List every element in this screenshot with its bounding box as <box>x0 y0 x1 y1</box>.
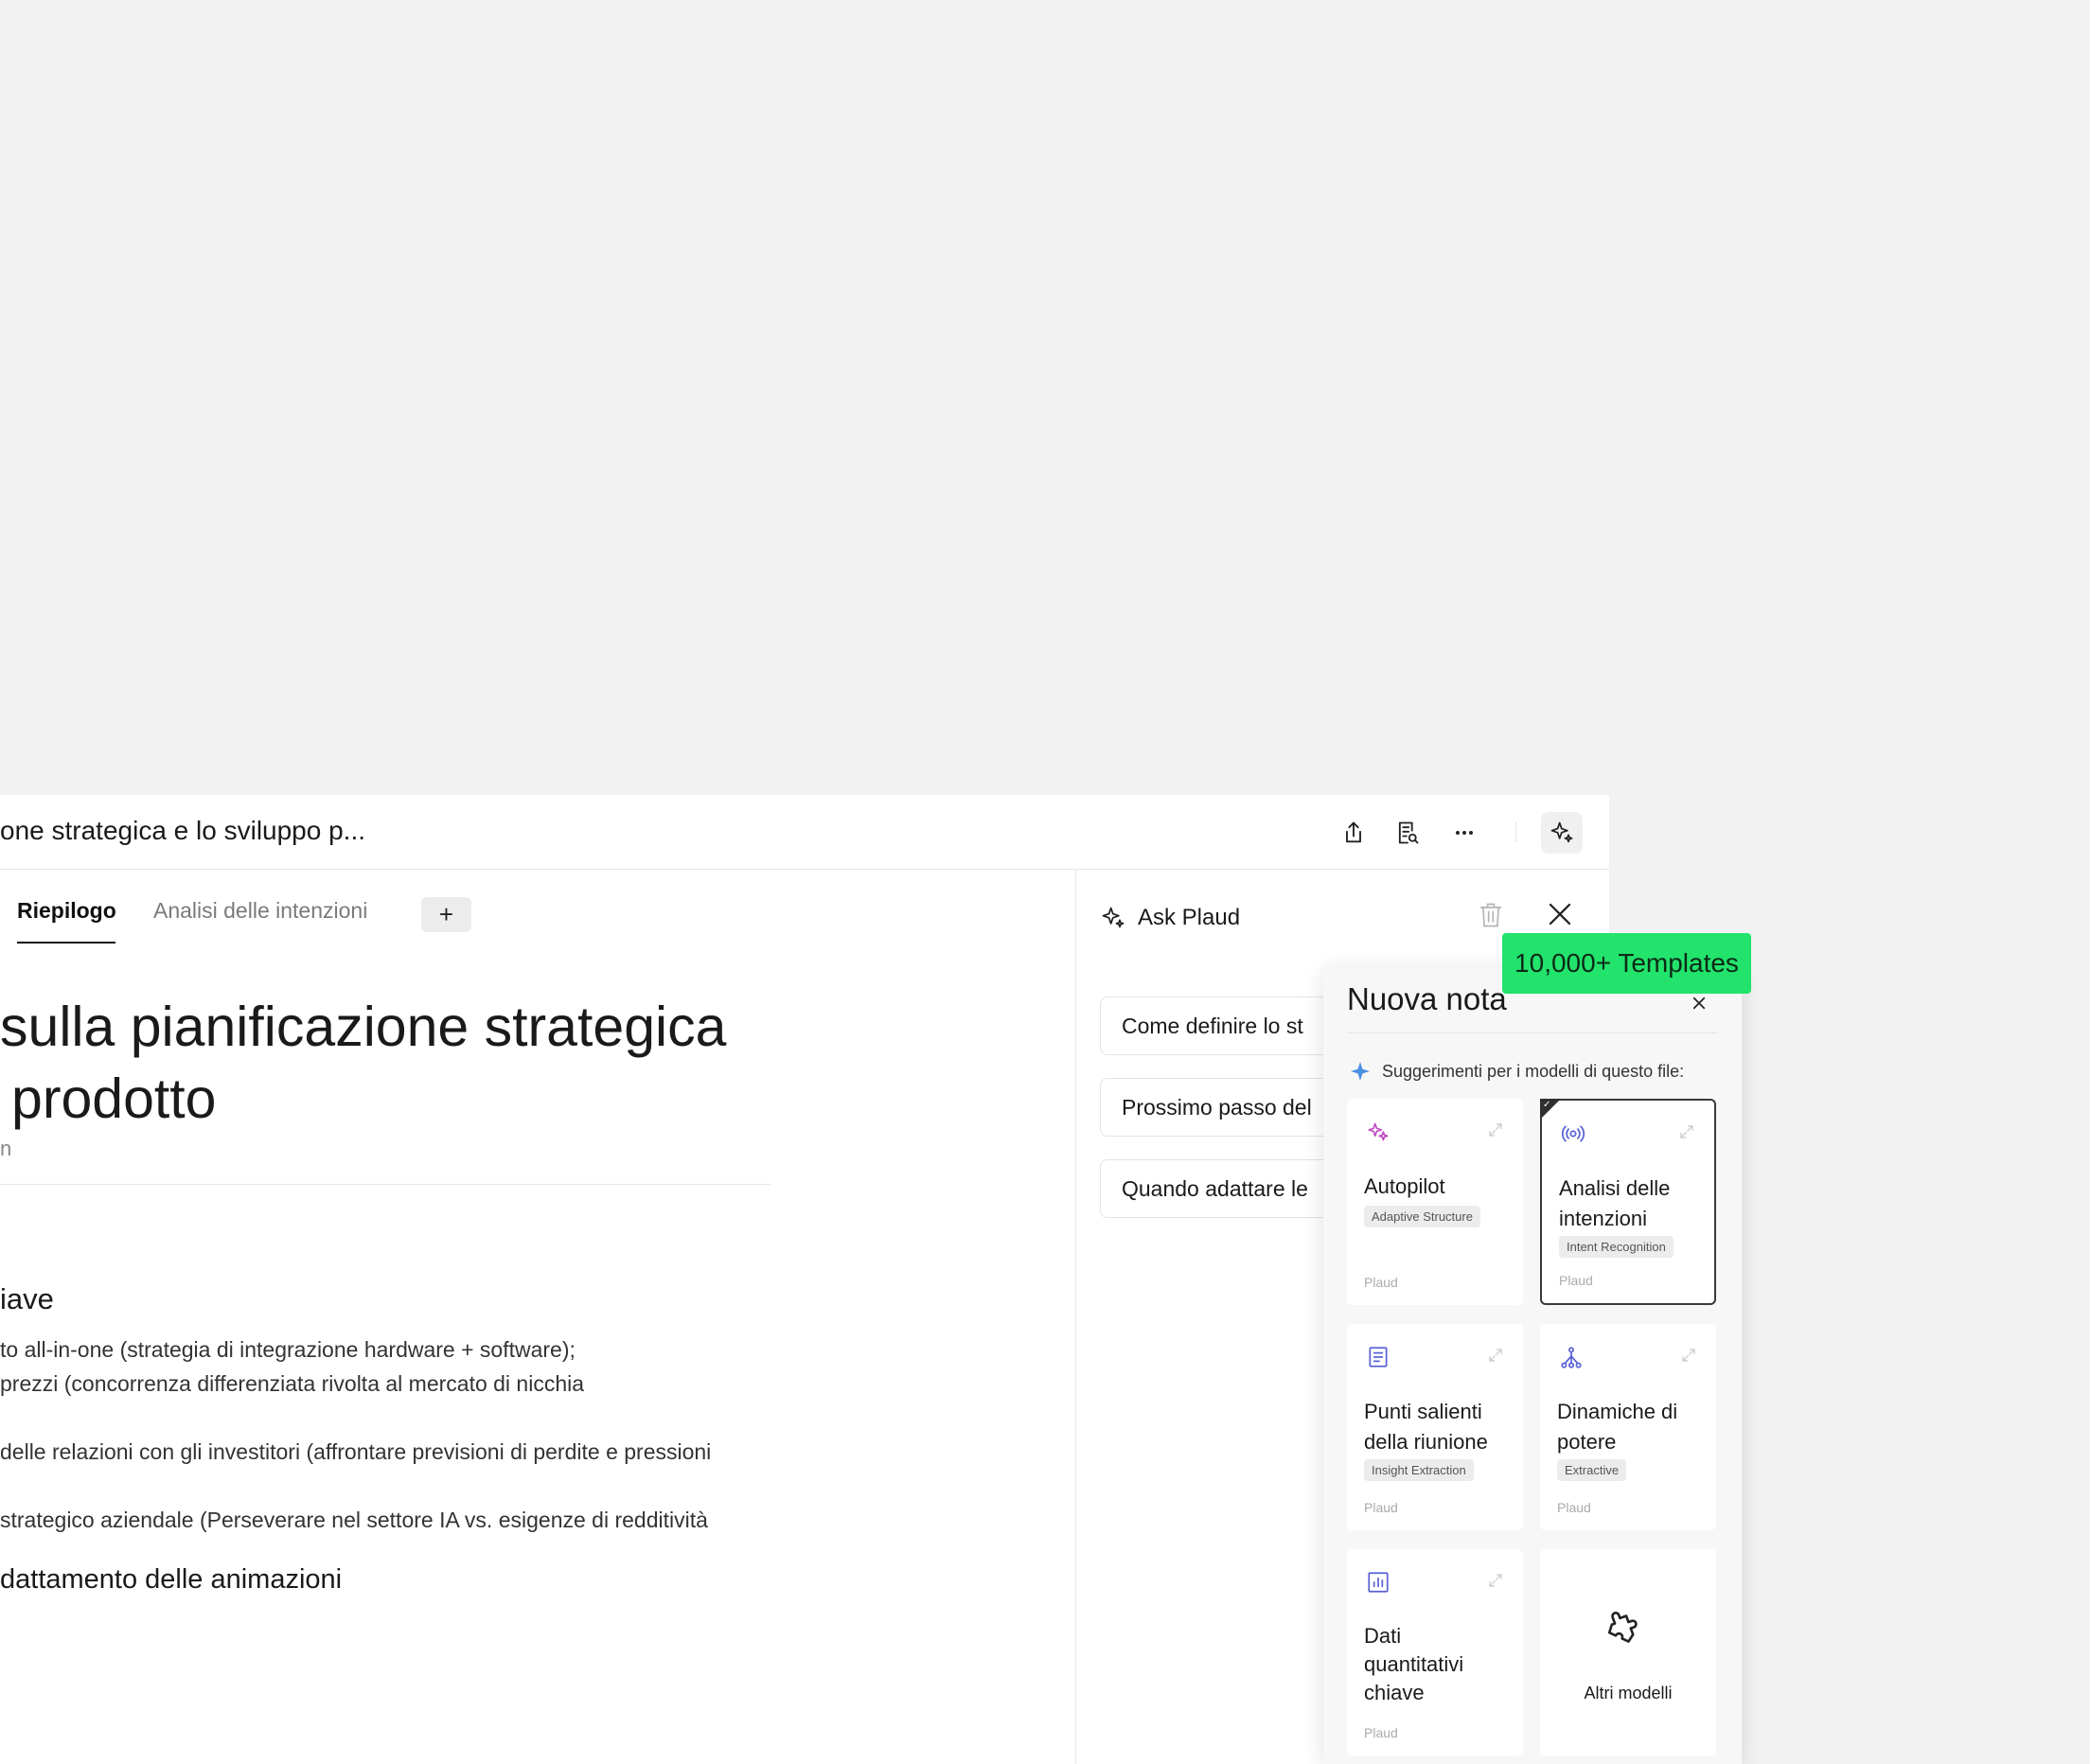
body-line: prezzi (concorrenza differenziata rivolt… <box>0 1371 585 1396</box>
card-tag: Extractive <box>1557 1459 1627 1481</box>
template-card-punti-salienti[interactable]: Punti salienti della riunione Insight Ex… <box>1347 1324 1523 1530</box>
document-meta: n <box>0 1137 12 1160</box>
template-card-autopilot[interactable]: Autopilot Adaptive Structure Plaud <box>1347 1099 1523 1305</box>
trash-icon[interactable] <box>1478 901 1504 929</box>
new-note-popup: Nuova nota Suggerimenti per i modelli di… <box>1323 966 1742 1764</box>
top-bar: one strategica e lo sviluppo p... <box>0 795 1609 870</box>
sparkles-icon <box>1368 1122 1389 1141</box>
document-title[interactable]: one strategica e lo sviluppo p... <box>0 816 365 846</box>
card-owner: Plaud <box>1557 1500 1591 1515</box>
add-tab-button[interactable]: + <box>421 897 471 932</box>
toolbar-separator <box>1515 821 1516 842</box>
suggested-prompt[interactable]: Prossimo passo del <box>1100 1078 1346 1137</box>
network-icon <box>1561 1347 1582 1368</box>
subsection-heading: dattamento delle animazioni <box>0 1564 343 1595</box>
pane-divider <box>1075 870 1076 1764</box>
section-heading: iave <box>0 1282 54 1315</box>
card-title: Analisi delle intenzioni <box>1559 1176 1671 1230</box>
template-card-dinamiche-potere[interactable]: Dinamiche di potere Extractive Plaud <box>1540 1324 1716 1530</box>
popup-divider <box>1347 1032 1718 1033</box>
suggested-prompt[interactable]: Come definire lo st <box>1100 997 1346 1055</box>
more-templates-card[interactable]: Altri modelli <box>1540 1549 1716 1755</box>
broadcast-icon <box>1561 1125 1585 1142</box>
card-title: Punti salienti della riunione <box>1364 1400 1488 1454</box>
expand-icon[interactable] <box>1678 1123 1695 1140</box>
expand-icon[interactable] <box>1680 1347 1697 1364</box>
card-owner: Plaud <box>1559 1273 1593 1288</box>
templates-badge: 10,000+ Templates <box>1502 933 1751 994</box>
document-pane: Riepilogo Analisi delle intenzioni + sul… <box>0 870 1075 1764</box>
ai-sparkle-icon <box>1550 821 1573 843</box>
share-button[interactable] <box>1333 812 1374 854</box>
ask-plaud-title: Ask Plaud <box>1138 905 1241 930</box>
document-search-button[interactable] <box>1387 812 1428 854</box>
card-owner: Plaud <box>1364 1275 1398 1290</box>
body-line: strategico aziendale (Perseverare nel se… <box>0 1508 708 1532</box>
more-templates-label: Altri modelli <box>1584 1684 1673 1702</box>
document-lines-icon <box>1369 1347 1388 1367</box>
suggested-prompt[interactable]: Quando adattare le <box>1100 1159 1346 1218</box>
card-tag: Adaptive Structure <box>1364 1206 1480 1227</box>
suggestions-text: Suggerimenti per i modelli di questo fil… <box>1382 1061 1685 1081</box>
body-line: to all-in-one (strategia di integrazione… <box>0 1337 576 1362</box>
more-options-button[interactable] <box>1444 812 1485 854</box>
heading-divider <box>0 1184 770 1185</box>
active-tab-indicator <box>17 942 115 944</box>
card-title: Dati quantitativi chiave <box>1364 1624 1464 1704</box>
puzzle-icon <box>1607 1612 1638 1643</box>
card-owner: Plaud <box>1364 1725 1398 1740</box>
template-card-dati-quantitativi[interactable]: Dati quantitativi chiave Plaud <box>1347 1549 1523 1755</box>
expand-icon[interactable] <box>1487 1572 1504 1589</box>
card-tag: Insight Extraction <box>1364 1459 1474 1481</box>
expand-icon[interactable] <box>1487 1347 1504 1364</box>
template-card-analisi-intenzioni[interactable]: ✓ Analisi delle intenzioni Intent Recogn… <box>1540 1099 1716 1305</box>
ask-plaud-header: Ask Plaud <box>1100 899 1240 937</box>
more-dots-icon <box>1456 831 1473 835</box>
expand-icon[interactable] <box>1487 1121 1504 1138</box>
document-search-icon <box>1398 821 1419 844</box>
card-title: Dinamiche di potere <box>1557 1400 1678 1454</box>
document-heading-line-2: prodotto <box>11 1067 217 1130</box>
sparkle-blue-icon <box>1350 1061 1371 1082</box>
popup-title: Nuova nota <box>1347 981 1507 1016</box>
check-icon: ✓ <box>1543 1100 1551 1110</box>
body-line: delle relazioni con gli investitori (aff… <box>0 1439 712 1464</box>
tab-bar: Riepilogo Analisi delle intenzioni + <box>0 870 1075 951</box>
card-tag: Intent Recognition <box>1559 1236 1674 1258</box>
tab-analisi-intenzioni[interactable]: Analisi delle intenzioni <box>153 898 367 924</box>
document-heading-line-1: sulla pianificazione strategica <box>0 996 727 1058</box>
card-title: Autopilot <box>1364 1174 1445 1198</box>
ai-assistant-button[interactable] <box>1541 812 1583 854</box>
close-icon[interactable] <box>1546 900 1574 928</box>
bar-chart-icon <box>1368 1572 1389 1593</box>
template-suggestions-header: Suggerimenti per i modelli di questo fil… <box>1350 1061 1684 1082</box>
share-icon <box>1346 821 1361 843</box>
tab-riepilogo[interactable]: Riepilogo <box>17 898 116 924</box>
ai-sparkle-icon <box>1102 907 1125 928</box>
card-owner: Plaud <box>1364 1500 1398 1515</box>
close-icon[interactable] <box>1691 995 1708 1012</box>
